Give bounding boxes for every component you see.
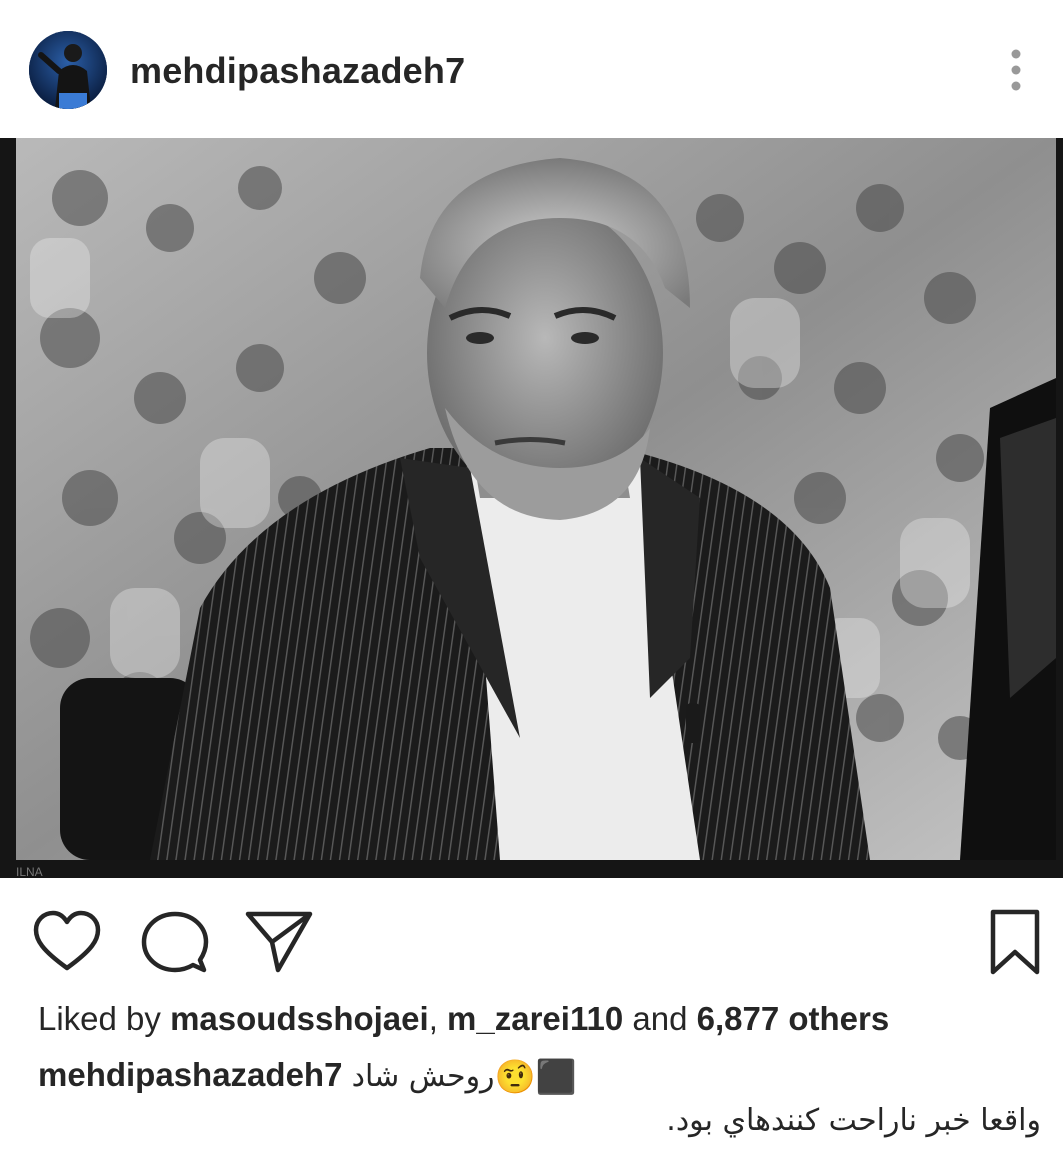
post-username[interactable]: mehdipashazadeh7 <box>130 50 465 92</box>
black-square-emoji-icon: ⬛ <box>535 1057 577 1095</box>
bookmark-icon <box>990 909 1040 975</box>
comment-icon <box>141 911 209 973</box>
thinking-emoji-icon: 🤨 <box>494 1057 536 1095</box>
action-bar <box>0 878 1063 998</box>
likes-prefix: Liked by <box>38 1000 161 1037</box>
post-photo[interactable]: ILNA <box>0 138 1063 878</box>
profile-avatar[interactable] <box>29 31 107 109</box>
liker-2[interactable]: m_zarei110 <box>447 1000 623 1037</box>
caption-line-2: واقعا خبر ناراحت كنندهاي بود. <box>666 1103 1041 1138</box>
likes-and: and <box>632 1000 688 1037</box>
heart-icon <box>33 910 101 971</box>
more-options-button[interactable] <box>1000 48 1032 92</box>
avatar-image <box>29 31 107 109</box>
post-header: mehdipashazadeh7 <box>0 0 1063 138</box>
more-icon <box>1011 49 1021 91</box>
photo-watermark: ILNA <box>16 865 43 878</box>
likes-summary[interactable]: Liked by masoudsshojaei, m_zarei110 and … <box>38 1000 889 1038</box>
save-button[interactable] <box>980 908 1050 978</box>
caption-username[interactable]: mehdipashazadeh7 <box>38 1056 342 1093</box>
like-button[interactable] <box>32 908 102 978</box>
caption-line-1: mehdipashazadeh7 روحش شاد🤨⬛ <box>38 1056 577 1097</box>
likes-separator: , <box>428 1000 438 1037</box>
caption-text-1: روحش شاد <box>351 1059 495 1094</box>
photo-grayscale-portrait: ILNA <box>0 138 1063 878</box>
liker-1[interactable]: masoudsshojaei <box>170 1000 429 1037</box>
likes-count[interactable]: 6,877 others <box>697 1000 890 1037</box>
share-icon <box>245 911 313 973</box>
share-button[interactable] <box>244 908 314 978</box>
comment-button[interactable] <box>140 908 210 978</box>
